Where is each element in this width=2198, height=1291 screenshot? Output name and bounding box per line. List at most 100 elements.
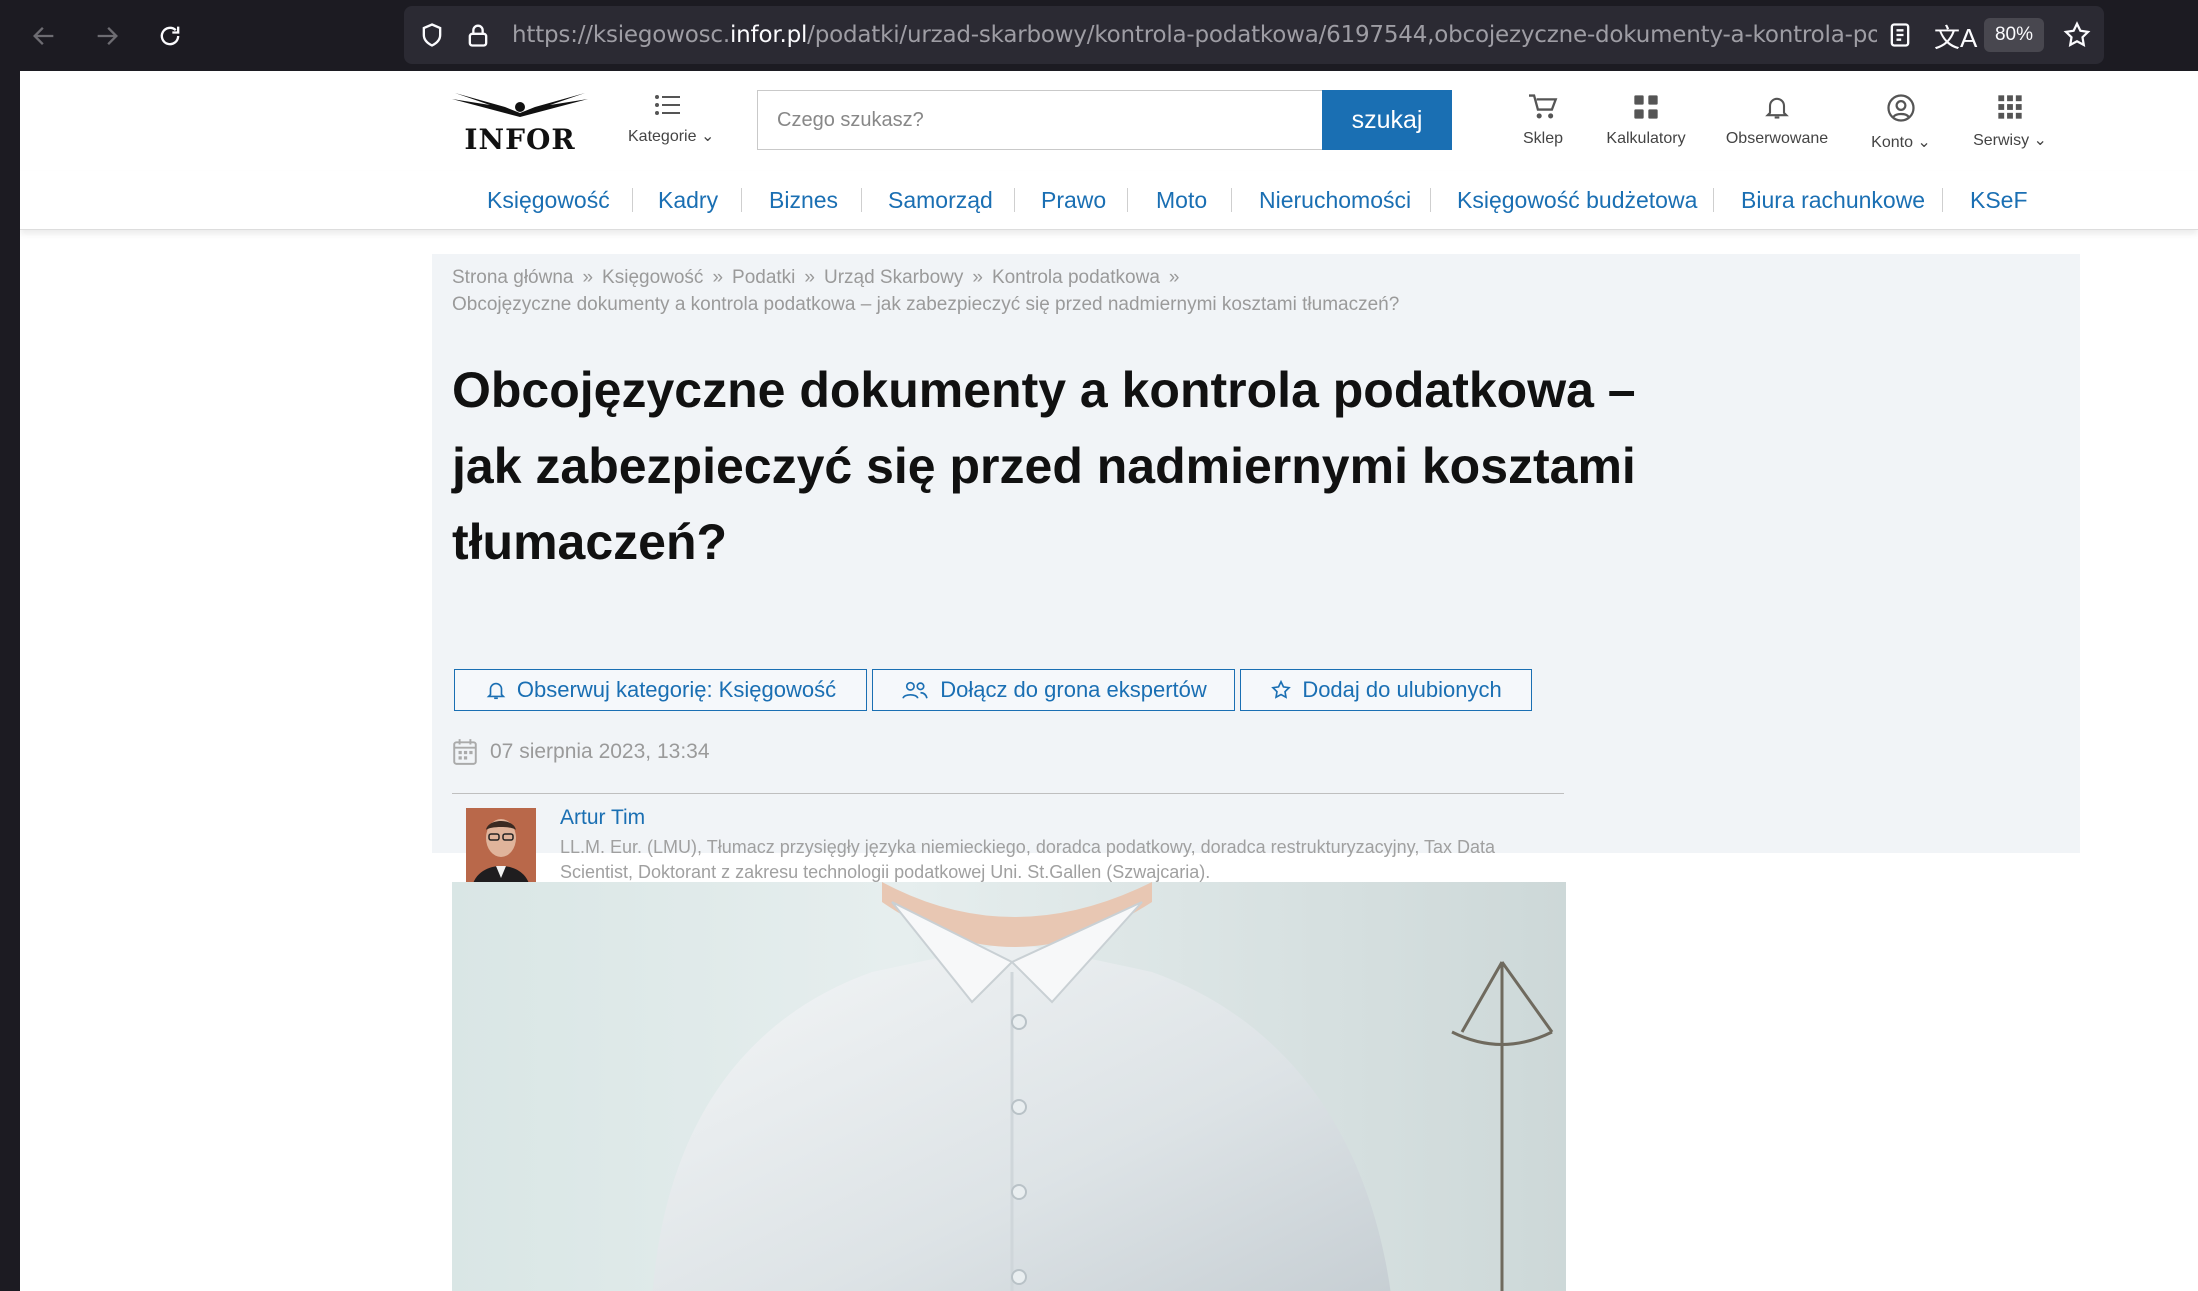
breadcrumb-separator: » <box>804 267 815 288</box>
kategorie-menu[interactable]: Kategorie ⌄ <box>628 93 714 146</box>
man-in-shirt-image <box>452 882 1566 1291</box>
nav-samorzad[interactable]: Samorząd <box>888 171 993 229</box>
cart-icon <box>1529 94 1558 119</box>
join-experts-label: Dołącz do grona ekspertów <box>940 677 1207 702</box>
apps-icon <box>1998 95 2022 119</box>
sklep-link[interactable]: Sklep <box>1498 93 1588 148</box>
divider <box>452 793 1564 794</box>
article-header: Strona główna » Księgowość » Podatki » Urząd S… <box>432 254 2080 911</box>
serwisy-label: Serwisy <box>1973 132 2030 149</box>
breadcrumb-item[interactable]: Urząd Skarbowy <box>824 267 963 288</box>
breadcrumb-item[interactable]: Kontrola podatkowa <box>992 267 1160 288</box>
follow-category-label: Obserwuj kategorię: Księgowość <box>516 677 837 702</box>
web-page: INFOR Kategorie ⌄ Czego szukasz? szukaj … <box>20 71 2198 1291</box>
sklep-label: Sklep <box>1522 130 1564 147</box>
reload-icon <box>160 26 180 46</box>
arrow-left-icon <box>33 27 54 45</box>
forward-button[interactable] <box>85 14 129 58</box>
users-icon <box>902 681 928 699</box>
follow-category-button[interactable]: Obserwuj kategorię: Księgowość <box>454 669 867 711</box>
nav-divider <box>1231 188 1232 212</box>
nav-divider <box>861 188 862 212</box>
article-hero-image <box>452 882 1566 1291</box>
nav-nieruchomosci[interactable]: Nieruchomości <box>1259 171 1411 229</box>
add-favorite-button[interactable]: Dodaj do ulubionych <box>1240 669 1532 711</box>
bell-icon <box>486 682 506 700</box>
reload-button[interactable] <box>148 14 192 58</box>
author-name[interactable]: Artur Tim <box>560 806 645 830</box>
publish-date: 07 sierpnia 2023, 13:34 <box>452 738 710 766</box>
breadcrumb-separator: » <box>972 267 983 288</box>
lock-icon[interactable] <box>464 21 492 49</box>
bell-icon <box>1765 97 1789 119</box>
author-photo-image <box>466 808 536 892</box>
nav-ksiegowosc[interactable]: Księgowość <box>487 171 610 229</box>
nav-ksiegowosc-budzetowa[interactable]: Księgowość budżetowa <box>1457 171 1697 229</box>
site-header: INFOR Kategorie ⌄ Czego szukasz? szukaj … <box>20 71 2198 172</box>
chevron-down-icon: ⌄ <box>1917 134 1931 151</box>
url-domain: infor.pl <box>729 22 808 48</box>
url-path: /podatki/urzad-skarbowy/kontrola-podatko… <box>807 22 1877 48</box>
breadcrumb-current: Obcojęzyczne dokumenty a kontrola podatk… <box>452 294 1400 315</box>
nav-biura-rachunkowe[interactable]: Biura rachunkowe <box>1741 171 1925 229</box>
calendar-icon <box>453 739 477 765</box>
url-bar[interactable]: https://ksiegowosc.infor.pl/podatki/urza… <box>404 6 2104 64</box>
breadcrumb-separator: » <box>582 267 594 288</box>
kategorie-label: Kategorie <box>628 128 697 145</box>
nav-biznes[interactable]: Biznes <box>769 171 838 229</box>
obserwowane-label: Obserwowane <box>1725 130 1829 147</box>
author-avatar[interactable] <box>466 808 536 892</box>
konto-menu[interactable]: Konto ⌄ <box>1856 93 1946 152</box>
url-text[interactable]: https://ksiegowosc.infor.pl/podatki/urza… <box>512 6 1877 64</box>
search-input[interactable]: Czego szukasz? <box>757 90 1322 150</box>
reader-view-icon[interactable] <box>1886 21 1914 49</box>
nav-ksef[interactable]: KSeF <box>1970 171 2028 229</box>
serwisy-menu[interactable]: Serwisy ⌄ <box>1960 93 2060 150</box>
kalkulatory-link[interactable]: Kalkulatory <box>1586 93 1706 148</box>
zoom-indicator[interactable]: 80% <box>1984 18 2044 52</box>
translate-icon[interactable]: 文A <box>1934 18 1977 55</box>
nav-divider <box>1014 188 1015 212</box>
nav-divider <box>1127 188 1128 212</box>
nav-divider <box>1713 188 1714 212</box>
browser-toolbar: https://ksiegowosc.infor.pl/podatki/urza… <box>0 0 2198 71</box>
chevron-down-icon: ⌄ <box>700 128 715 145</box>
bookmark-star-icon[interactable] <box>2062 20 2092 50</box>
nav-moto[interactable]: Moto <box>1156 171 1207 229</box>
url-prefix: https://ksiegowosc. <box>512 22 730 48</box>
date-text: 07 sierpnia 2023, 13:34 <box>490 740 710 763</box>
shield-icon[interactable] <box>418 21 446 49</box>
konto-label: Konto <box>1871 134 1913 151</box>
breadcrumb-item[interactable]: Podatki <box>732 267 795 288</box>
star-icon <box>1271 679 1292 699</box>
infor-logo[interactable]: INFOR <box>450 93 590 156</box>
nav-divider <box>632 188 633 212</box>
back-button[interactable] <box>22 14 66 58</box>
search-placeholder: Czego szukasz? <box>777 109 924 131</box>
breadcrumb-item[interactable]: Strona główna <box>452 267 573 288</box>
kalkulatory-label: Kalkulatory <box>1606 130 1686 147</box>
join-experts-button[interactable]: Dołącz do grona ekspertów <box>872 669 1235 711</box>
arrow-right-icon <box>97 27 118 45</box>
logo-wings-icon <box>452 93 588 117</box>
nav-divider <box>741 188 742 212</box>
breadcrumb-item[interactable]: Księgowość <box>602 267 703 288</box>
nav-divider <box>1942 188 1943 212</box>
author-bio: LL.M. Eur. (LMU), Tłumacz przysięgły jęz… <box>560 837 1496 882</box>
grid-icon <box>1634 95 1658 119</box>
nav-divider <box>1430 188 1431 212</box>
breadcrumb-separator: » <box>1168 267 1180 288</box>
logo-text: INFOR <box>464 123 576 156</box>
user-icon <box>1887 94 1915 122</box>
chevron-down-icon: ⌄ <box>2033 132 2047 149</box>
breadcrumb-separator: » <box>712 267 724 288</box>
breadcrumb: Strona główna » Księgowość » Podatki » Urząd S… <box>452 264 1732 318</box>
article-title: Obcojęzyczne dokumenty a kontrola podatk… <box>452 362 1636 570</box>
nav-prawo[interactable]: Prawo <box>1041 171 1106 229</box>
nav-kadry[interactable]: Kadry <box>658 171 718 229</box>
add-favorite-label: Dodaj do ulubionych <box>1302 677 1502 702</box>
search-button[interactable]: szukaj <box>1322 90 1452 150</box>
category-nav: Księgowość Kadry Biznes Samorząd Prawo M… <box>20 171 2198 230</box>
obserwowane-link[interactable]: Obserwowane <box>1707 93 1847 148</box>
list-icon <box>655 95 680 115</box>
